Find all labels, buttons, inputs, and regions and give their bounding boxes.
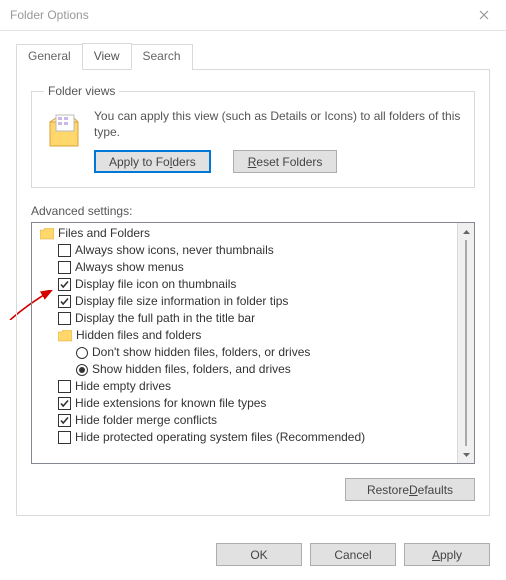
advanced-settings-list[interactable]: Files and FoldersAlways show icons, neve…: [31, 222, 475, 464]
folder-views-legend: Folder views: [44, 84, 119, 98]
tree-item-label: Always show icons, never thumbnails: [75, 242, 274, 259]
tab-view[interactable]: View: [82, 43, 132, 69]
apply-to-folders-button[interactable]: Apply to Folders: [94, 150, 211, 173]
scrollbar[interactable]: [457, 223, 474, 463]
reset-folders-button[interactable]: Reset Folders: [233, 150, 338, 173]
tree-subfolder: Hidden files and folders: [36, 327, 457, 344]
checkbox-icon[interactable]: [58, 312, 71, 325]
tab-strip: General View Search: [16, 43, 506, 69]
tree-item-label: Display file icon on thumbnails: [75, 276, 236, 293]
radio-icon[interactable]: [76, 364, 88, 376]
tree-item-label: Display the full path in the title bar: [75, 310, 255, 327]
tree-item[interactable]: Hide extensions for known file types: [36, 395, 457, 412]
tree-item-label: Hide protected operating system files (R…: [75, 429, 365, 446]
tree-item[interactable]: Hide folder merge conflicts: [36, 412, 457, 429]
tree-item[interactable]: Display the full path in the title bar: [36, 310, 457, 327]
tree-item-label: Hide folder merge conflicts: [75, 412, 217, 429]
tree-item[interactable]: Hide protected operating system files (R…: [36, 429, 457, 446]
folder-views-group: Folder views You can apply this view (su…: [31, 84, 475, 188]
window-title: Folder Options: [10, 8, 461, 22]
scroll-down-icon[interactable]: [458, 446, 474, 463]
tree-item-label: Hide empty drives: [75, 378, 171, 395]
tree-item[interactable]: Display file icon on thumbnails: [36, 276, 457, 293]
tree-item[interactable]: Show hidden files, folders, and drives: [36, 361, 457, 378]
ok-button[interactable]: OK: [216, 543, 302, 566]
tree-item[interactable]: Always show menus: [36, 259, 457, 276]
checkbox-icon[interactable]: [58, 244, 71, 257]
checkbox-icon[interactable]: [58, 380, 71, 393]
title-bar: Folder Options: [0, 0, 506, 31]
tree-item-label: Always show menus: [75, 259, 184, 276]
checkbox-icon[interactable]: [58, 261, 71, 274]
tree-item-label: Show hidden files, folders, and drives: [92, 361, 291, 378]
radio-icon[interactable]: [76, 347, 88, 359]
checkbox-icon[interactable]: [58, 431, 71, 444]
checkbox-icon[interactable]: [58, 414, 71, 427]
tree-item[interactable]: Always show icons, never thumbnails: [36, 242, 457, 259]
close-button[interactable]: [461, 0, 506, 31]
tab-search[interactable]: Search: [131, 44, 193, 70]
restore-defaults-button[interactable]: Restore Defaults: [345, 478, 475, 501]
checkbox-icon[interactable]: [58, 397, 71, 410]
tree-item-label: Display file size information in folder …: [75, 293, 288, 310]
checkbox-icon[interactable]: [58, 295, 71, 308]
dialog-buttons: OK Cancel Apply: [216, 543, 490, 566]
cancel-button[interactable]: Cancel: [310, 543, 396, 566]
scrollbar-thumb[interactable]: [465, 240, 467, 446]
tree-item-label: Hide extensions for known file types: [75, 395, 266, 412]
tree-item[interactable]: Don't show hidden files, folders, or dri…: [36, 344, 457, 361]
tree-item[interactable]: Display file size information in folder …: [36, 293, 457, 310]
tree-item-label: Don't show hidden files, folders, or dri…: [92, 344, 310, 361]
apply-button[interactable]: Apply: [404, 543, 490, 566]
tree-root: Files and Folders: [36, 225, 457, 242]
tree-item[interactable]: Hide empty drives: [36, 378, 457, 395]
folder-views-text: You can apply this view (such as Details…: [94, 108, 462, 140]
scroll-up-icon[interactable]: [458, 223, 474, 240]
tab-general[interactable]: General: [16, 44, 83, 70]
tab-pane-view: Folder views You can apply this view (su…: [16, 69, 490, 516]
folder-views-icon: [44, 108, 84, 152]
checkbox-icon[interactable]: [58, 278, 71, 291]
advanced-settings-label: Advanced settings:: [31, 204, 475, 218]
